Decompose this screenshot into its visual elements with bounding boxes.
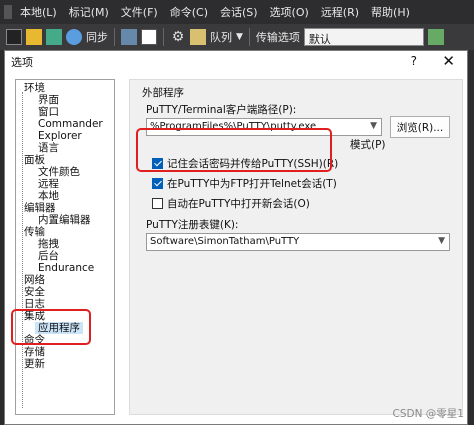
- tree-item-updates[interactable]: 更新: [24, 358, 45, 370]
- toolbar: 同步 ⚙ 队列 ▼ 传输选项 默认: [0, 24, 474, 50]
- tree-item-language[interactable]: 语言: [38, 142, 59, 154]
- auto-open-checkbox[interactable]: 自动在PuTTY中打开新会话(O): [152, 196, 310, 211]
- tree-item-commander[interactable]: Commander: [38, 118, 103, 130]
- transfer-options-label: 传输选项: [255, 31, 300, 44]
- toolbar-divider: [163, 28, 164, 46]
- registry-key-value: Software\SimonTatham\PuTTY: [150, 236, 300, 247]
- tree-item-local[interactable]: 本地: [38, 190, 59, 202]
- tree-item-background[interactable]: 后台: [38, 250, 59, 262]
- chevron-down-icon[interactable]: ▼: [236, 32, 243, 42]
- tree-item-security[interactable]: 安全: [24, 286, 45, 298]
- group-title-external-apps: 外部程序: [142, 87, 184, 99]
- options-dialog: 选项 ? ✕ 环境 界面 窗口 Commander Explorer 语言 面板…: [4, 50, 468, 425]
- folder-icon[interactable]: [26, 29, 42, 45]
- putty-path-label: PuTTY/Terminal客户端路径(P):: [146, 104, 297, 116]
- chevron-down-icon[interactable]: ▼: [438, 236, 445, 246]
- registry-key-combo[interactable]: Software\SimonTatham\PuTTY ▼: [146, 233, 450, 251]
- tree-item-network[interactable]: 网络: [24, 274, 45, 286]
- pattern-link[interactable]: 模式(P): [350, 137, 386, 152]
- menu-mark[interactable]: 标记(M): [63, 4, 115, 20]
- terminal-icon[interactable]: [6, 29, 22, 45]
- tree-item-internal-editor[interactable]: 内置编辑器: [38, 214, 91, 226]
- toolbar-divider: [248, 28, 250, 46]
- options-tree[interactable]: 环境 界面 窗口 Commander Explorer 语言 面板 文件颜色 远…: [15, 79, 115, 415]
- tree-item-window[interactable]: 窗口: [38, 106, 59, 118]
- menu-local[interactable]: 本地(L): [14, 4, 63, 20]
- tree-item-editors[interactable]: 编辑器: [24, 202, 56, 214]
- dialog-titlebar: 选项 ? ✕: [5, 51, 467, 73]
- menu-help[interactable]: 帮助(H): [365, 4, 416, 20]
- checkbox-unchecked-icon[interactable]: [152, 198, 163, 209]
- tree-item-endurance[interactable]: Endurance: [38, 262, 94, 274]
- chevron-down-icon[interactable]: ▼: [370, 121, 377, 131]
- watermark: CSDN @零星1: [392, 408, 464, 420]
- close-icon[interactable]: ✕: [442, 52, 455, 70]
- app-icon: [4, 5, 12, 19]
- menu-options[interactable]: 选项(O): [264, 4, 315, 20]
- highlight-box-tree: [11, 309, 91, 345]
- tree-item-explorer[interactable]: Explorer: [38, 130, 82, 142]
- window-icon[interactable]: [141, 29, 157, 45]
- menu-file[interactable]: 文件(F): [115, 4, 164, 20]
- queue-label[interactable]: 队列: [210, 29, 232, 45]
- menu-session[interactable]: 会话(S): [214, 4, 264, 20]
- tree-connector: [22, 92, 23, 408]
- tree-item-remote[interactable]: 远程: [38, 178, 59, 190]
- tree-item-environment[interactable]: 环境: [24, 82, 45, 94]
- right-scrollbar[interactable]: [468, 50, 474, 425]
- menu-commands[interactable]: 命令(C): [164, 4, 214, 20]
- highlight-box-checkbox: [136, 128, 332, 172]
- tree-item-interface[interactable]: 界面: [38, 94, 59, 106]
- gear-icon[interactable]: ⚙: [170, 29, 186, 45]
- transfer-preset-select[interactable]: 默认: [303, 28, 424, 46]
- registry-key-label: PuTTY注册表键(K):: [146, 219, 239, 231]
- tree-item-file-colors[interactable]: 文件颜色: [38, 166, 80, 178]
- sync-label[interactable]: 同步: [86, 29, 108, 45]
- compare-icon[interactable]: [46, 29, 62, 45]
- open-telnet-checkbox[interactable]: 在PuTTY中为FTP打开Telnet会话(T): [152, 176, 337, 191]
- menu-remote[interactable]: 远程(R): [315, 4, 365, 20]
- browse-button[interactable]: 浏览(R)...: [390, 116, 450, 138]
- help-icon[interactable]: ?: [411, 54, 417, 68]
- tree-item-storage[interactable]: 存储: [24, 346, 45, 358]
- auto-open-label: 自动在PuTTY中打开新会话(O): [167, 198, 310, 210]
- tree-item-transfer[interactable]: 传输: [24, 226, 45, 238]
- menu-bar: 本地(L) 标记(M) 文件(F) 命令(C) 会话(S) 选项(O) 远程(R…: [0, 0, 474, 24]
- open-telnet-label: 在PuTTY中为FTP打开Telnet会话(T): [167, 178, 337, 190]
- toolbar-divider: [114, 28, 115, 46]
- queue-icon[interactable]: [190, 29, 206, 45]
- sync-icon[interactable]: [66, 29, 82, 45]
- console-icon[interactable]: [121, 29, 137, 45]
- tree-item-drag-drop[interactable]: 拖拽: [38, 238, 59, 250]
- tree-item-panels[interactable]: 面板: [24, 154, 45, 166]
- checkbox-checked-icon[interactable]: [152, 178, 163, 189]
- dialog-title: 选项: [11, 56, 33, 69]
- preset-settings-icon[interactable]: [427, 29, 444, 45]
